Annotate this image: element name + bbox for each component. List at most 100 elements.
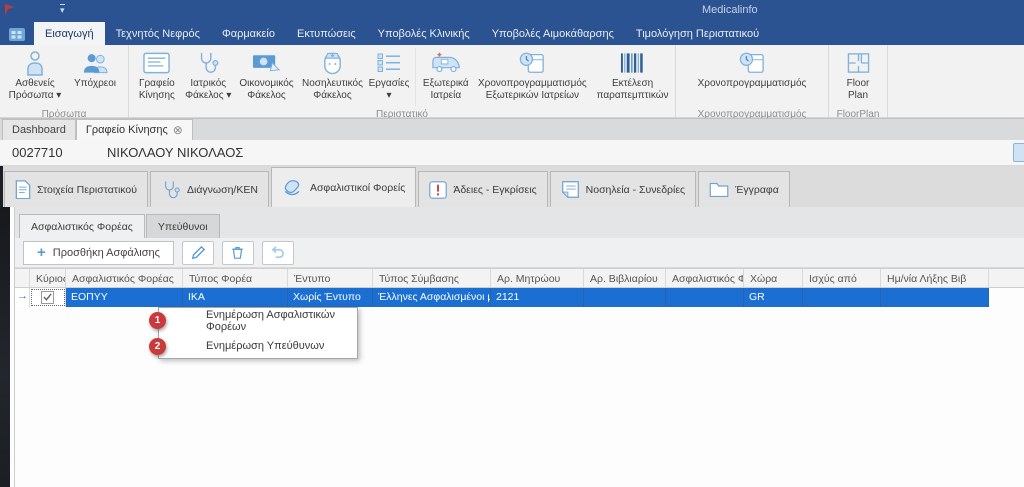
schedule-icon bbox=[519, 50, 545, 76]
tab-stoixeia-peristatikou[interactable]: Στοιχεία Περιστατικού bbox=[4, 171, 148, 207]
application-menu-button[interactable] bbox=[0, 22, 34, 45]
iatrikos-fakelos-button[interactable]: Ιατρικός Φάκελος ▾ bbox=[182, 46, 235, 108]
app-window: ▾ Medicalinfo Εισαγωγή Τεχνητός Νεφρός Φ… bbox=[0, 0, 1024, 487]
cell-ar-vivliariou[interactable] bbox=[584, 288, 666, 307]
cell-asfalistikos-fore[interactable] bbox=[666, 288, 744, 307]
app-title: Medicalinfo bbox=[702, 4, 758, 16]
application-icon bbox=[8, 26, 26, 42]
grid-col-indicator bbox=[15, 269, 30, 287]
tab-diagnosi-ken[interactable]: Διάγνωση/ΚΕΝ bbox=[150, 171, 269, 207]
quick-access-customize-icon[interactable]: ▾ bbox=[60, 4, 65, 15]
tab-grafeio-kinisis[interactable]: Γραφείο Κίνησης ⊗ bbox=[76, 119, 193, 140]
ergasies-button[interactable]: Εργασίες ▾ bbox=[367, 46, 412, 108]
grid-col-xora[interactable]: Χώρα bbox=[744, 269, 803, 287]
grid-col-typos-symvasis[interactable]: Τύπος Σύμβασης bbox=[373, 269, 491, 287]
callout-badge-2: 2 bbox=[149, 338, 166, 355]
nosileftikos-fakelos-button[interactable]: Νοσηλευτικός Φάκελος bbox=[298, 46, 367, 108]
stethoscope-icon bbox=[196, 50, 220, 76]
title-bar: ▾ Medicalinfo bbox=[0, 0, 1024, 22]
cell-xora[interactable]: GR bbox=[744, 288, 803, 307]
ambulance-icon bbox=[431, 50, 461, 76]
delete-button[interactable] bbox=[222, 241, 254, 265]
close-tab-icon[interactable]: ⊗ bbox=[173, 124, 183, 136]
oikonomikos-fakelos-button[interactable]: Οικονομικός Φάκελος bbox=[235, 46, 298, 108]
menu-item-timologisi-peristatikou[interactable]: Τιμολόγηση Περιστατικού bbox=[625, 22, 770, 45]
menu-item-update-insurance-carriers[interactable]: Ενημέρωση Ασφαλιστικών Φορέων bbox=[159, 308, 357, 333]
grid-header: Κύριος Ασφαλιστικός Φορέας Τύπος Φορέα Έ… bbox=[15, 268, 1024, 288]
grid-col-imnia-lixis[interactable]: Ημ/νία Λήξης Βιβ bbox=[881, 269, 989, 287]
cell-typos-symvasis[interactable]: Έλληνες Ασφαλισμένοι με ΑΜΚΑ bbox=[373, 288, 491, 307]
floorplan-icon bbox=[847, 50, 870, 76]
menu-item-ypovoles-klinikis[interactable]: Υποβολές Κλινικής bbox=[367, 22, 481, 45]
pencil-icon bbox=[191, 246, 205, 260]
menu-item-eisagogi[interactable]: Εισαγωγή bbox=[34, 22, 105, 45]
sub-tab-strip: Ασφαλιστικός Φορέας Υπεύθυνοι bbox=[15, 207, 1024, 238]
grid-col-asfalistikos-foreas[interactable]: Ασφαλιστικός Φορέας bbox=[66, 269, 183, 287]
menu-item-ektyposeis[interactable]: Εκτυπώσεις bbox=[286, 22, 367, 45]
exoterika-iatreia-button[interactable]: Εξωτερικά Ιατρεία bbox=[420, 46, 471, 108]
edit-button[interactable] bbox=[182, 241, 214, 265]
record-tab-strip: Στοιχεία Περιστατικού Διάγνωση/ΚΕΝ Ασφαλ… bbox=[0, 166, 1024, 207]
menu-bar: Εισαγωγή Τεχνητός Νεφρός Φαρμακείο Εκτυπ… bbox=[0, 22, 1024, 45]
kyrios-checkbox[interactable] bbox=[41, 291, 54, 304]
nurse-icon bbox=[321, 50, 344, 76]
patient-id: 0027710 bbox=[12, 145, 63, 160]
folder-icon bbox=[709, 181, 729, 198]
schedule-external-clinics-button[interactable]: Χρονοπρογραμματισμός Εξωτερικών Ιατρείων bbox=[472, 46, 594, 108]
cell-asfalistikos-foreas[interactable]: ΕΟΠΥΥ bbox=[66, 288, 183, 307]
stethoscope-icon bbox=[161, 180, 181, 200]
edge-partial-icon[interactable] bbox=[1013, 143, 1024, 162]
check-icon bbox=[43, 293, 52, 301]
plus-icon: + bbox=[37, 245, 46, 260]
tab-adeies-egkriseis[interactable]: Άδειες - Εγκρίσεις bbox=[418, 171, 547, 207]
callout-badge-1: 1 bbox=[149, 312, 166, 329]
cell-entypo[interactable]: Χωρίς Έντυπο bbox=[288, 288, 373, 307]
collapsed-side-panel[interactable] bbox=[0, 207, 10, 487]
schedule-icon bbox=[739, 50, 765, 76]
kyrios-cell[interactable] bbox=[30, 288, 66, 307]
grid-col-asfalistikos-fore[interactable]: Ασφαλιστικός Φορέ bbox=[666, 269, 744, 287]
tab-asfalistikoi-foreis[interactable]: Ασφαλιστικοί Φορείς bbox=[271, 167, 416, 207]
undo-button[interactable] bbox=[262, 241, 294, 265]
menu-item-ypovoles-aimokatharsis[interactable]: Υποβολές Αιμοκάθαρσης bbox=[481, 22, 625, 45]
table-row[interactable]: → ΕΟΠΥΥ ΙΚΑ Χωρίς Έντυπο Έλληνες Ασφαλισ… bbox=[15, 288, 1024, 307]
schedule-button[interactable]: Χρονοπρογραμματισμός bbox=[682, 46, 822, 108]
grid-col-ar-vivliariou[interactable]: Αρ. Βιβλιαρίου bbox=[584, 269, 666, 287]
patients-persons-button[interactable]: Ασθενείς Πρόσωπα ▾ bbox=[3, 46, 67, 108]
ribbon-group-prosopa: Ασθενείς Πρόσωπα ▾ Υπόχρεοι Πρόσωπα bbox=[0, 45, 129, 117]
patient-person-icon bbox=[23, 50, 47, 76]
tab-dashboard[interactable]: Dashboard bbox=[2, 119, 76, 140]
grid-col-ar-mitroou[interactable]: Αρ. Μητρώου bbox=[491, 269, 584, 287]
exclamation-icon bbox=[429, 181, 447, 199]
menu-item-update-responsibles[interactable]: Ενημέρωση Υπεύθυνων bbox=[159, 333, 357, 358]
barcode-icon bbox=[620, 50, 645, 76]
menu-item-farmakeio[interactable]: Φαρμακείο bbox=[211, 22, 286, 45]
hand-care-icon bbox=[282, 177, 304, 197]
patient-name: ΝΙΚΟΛΑΟΥ ΝΙΚΟΛΑΟΣ bbox=[107, 145, 243, 160]
admission-card-icon bbox=[143, 50, 170, 76]
trash-icon bbox=[231, 246, 244, 259]
grafeio-kinisis-button[interactable]: Γραφείο Κίνησης bbox=[132, 46, 182, 108]
cell-ar-mitroou[interactable]: 2121 bbox=[491, 288, 584, 307]
floor-plan-button[interactable]: Floor Plan bbox=[835, 46, 881, 108]
tasks-icon bbox=[377, 50, 401, 76]
ribbon-group-floorplan: Floor Plan FloorPlan bbox=[829, 45, 888, 117]
cell-typos-forea[interactable]: ΙΚΑ bbox=[183, 288, 288, 307]
tab-eggrafa[interactable]: Έγγραφα bbox=[698, 171, 790, 207]
grid-col-isxys-apo[interactable]: Ισχύς από bbox=[803, 269, 881, 287]
grid-col-entypo[interactable]: Έντυπο bbox=[288, 269, 373, 287]
ypoxreoi-button[interactable]: Υπόχρεοι bbox=[67, 46, 123, 108]
ribbon: Ασθενείς Πρόσωπα ▾ Υπόχρεοι Πρόσωπα bbox=[0, 45, 1024, 118]
cell-isxys-apo[interactable] bbox=[803, 288, 881, 307]
subtab-asfalistikos-foreas[interactable]: Ασφαλιστικός Φορέας bbox=[19, 214, 145, 238]
cell-imnia-lixis[interactable] bbox=[881, 288, 989, 307]
grid-col-kyrios[interactable]: Κύριος bbox=[30, 269, 66, 287]
add-insurance-button[interactable]: + Προσθήκη Ασφάλισης bbox=[23, 241, 174, 265]
menu-item-texnitos-nefros[interactable]: Τεχνητός Νεφρός bbox=[105, 22, 211, 45]
execute-referrals-button[interactable]: Εκτέλεση παραπεμπτικών bbox=[593, 46, 672, 108]
ribbon-group-xronoprogrammatismos: Χρονοπρογραμματισμός Χρονοπρογραμματισμό… bbox=[676, 45, 829, 117]
tab-nosileia-synedries[interactable]: Νοσηλεία - Συνεδρίες bbox=[550, 171, 696, 207]
subtab-ypefthynoi[interactable]: Υπεύθυνοι bbox=[146, 214, 220, 238]
note-icon bbox=[561, 180, 580, 199]
grid-col-typos-forea[interactable]: Τύπος Φορέα bbox=[183, 269, 288, 287]
